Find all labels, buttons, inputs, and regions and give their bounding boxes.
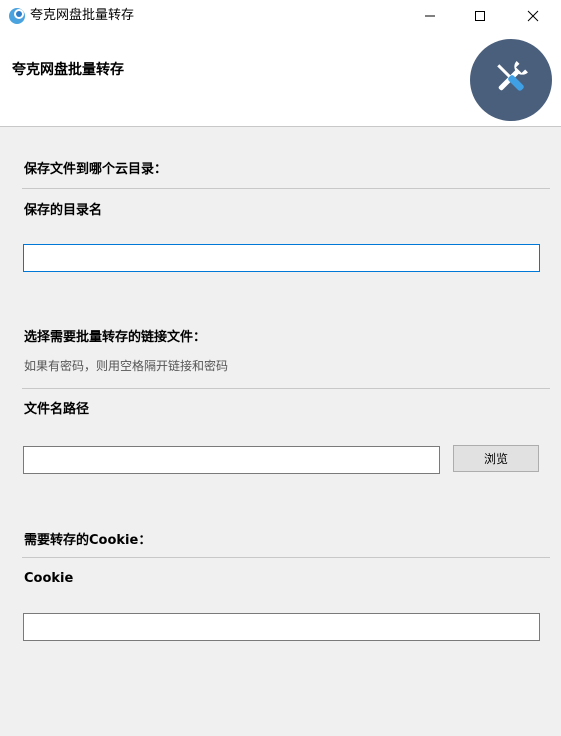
link-file-section-title: 选择需要批量转存的链接文件： [24, 330, 207, 345]
window-title: 夸克网盘批量转存 [30, 8, 135, 23]
browse-button[interactable]: 浏览 [453, 445, 539, 472]
header-logo [470, 39, 552, 121]
save-dir-section-title: 保存文件到哪个云目录： [24, 162, 168, 177]
tools-icon [489, 56, 533, 104]
close-button[interactable] [508, 0, 558, 32]
divider [22, 188, 550, 189]
cookie-section-title: 需要转存的Cookie： [24, 533, 152, 548]
maximize-button[interactable] [455, 0, 505, 32]
file-path-input[interactable] [23, 446, 440, 474]
save-dir-label: 保存的目录名 [24, 203, 103, 218]
cookie-input[interactable] [23, 613, 540, 641]
minimize-button[interactable] [405, 0, 455, 32]
header-title: 夸克网盘批量转存 [12, 62, 124, 78]
cookie-label: Cookie [24, 571, 74, 586]
save-dir-input[interactable] [23, 244, 540, 272]
divider [22, 557, 550, 558]
minimize-icon [424, 7, 436, 26]
file-path-label: 文件名路径 [24, 402, 90, 417]
header-banner: 夸克网盘批量转存 [0, 32, 561, 127]
divider [22, 388, 550, 389]
window-titlebar[interactable]: 夸克网盘批量转存 [0, 0, 561, 32]
maximize-icon [474, 7, 486, 26]
app-logo-icon [8, 7, 26, 25]
password-hint: 如果有密码，则用空格隔开链接和密码 [24, 359, 229, 373]
close-icon [527, 7, 539, 26]
